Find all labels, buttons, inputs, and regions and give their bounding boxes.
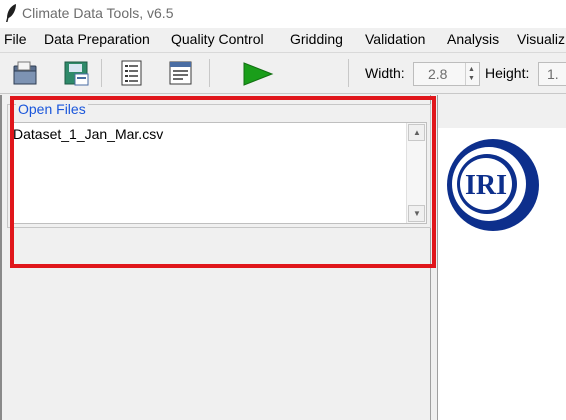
toolbar-separator: [101, 59, 102, 87]
width-value[interactable]: 2.8: [428, 66, 447, 82]
edit-button[interactable]: [163, 57, 197, 89]
document-list-icon: [121, 60, 142, 86]
document-edit-icon: [169, 61, 192, 85]
toolbar-separator: [209, 59, 210, 87]
feather-icon: [6, 4, 16, 22]
open-folder-icon: [13, 61, 37, 85]
save-icon: [64, 61, 89, 86]
menu-quality-control[interactable]: Quality Control: [171, 31, 264, 47]
save-button[interactable]: [60, 57, 94, 89]
iri-logo: IRI: [447, 139, 539, 231]
open-button[interactable]: [8, 57, 42, 89]
menu-gridding[interactable]: Gridding: [290, 31, 343, 47]
list-button[interactable]: [114, 57, 148, 89]
toolbar-separator: [348, 59, 349, 87]
toolbar: Width: 2.8 ▲ ▼ Height: 1.: [0, 52, 566, 94]
logo-text: IRI: [465, 170, 507, 201]
menu-analysis[interactable]: Analysis: [447, 31, 499, 47]
highlight-box: [10, 96, 436, 268]
title-bar: Climate Data Tools, v6.5: [0, 0, 566, 28]
width-label: Width:: [365, 65, 405, 81]
height-label: Height:: [485, 65, 530, 81]
spin-up-icon[interactable]: ▲: [468, 66, 475, 74]
height-value[interactable]: 1.: [547, 66, 559, 82]
width-spinbox[interactable]: 2.8 ▲ ▼: [413, 62, 480, 86]
menu-bar: File Data Preparation Quality Control Gr…: [0, 28, 566, 52]
menu-data-preparation[interactable]: Data Preparation: [44, 31, 150, 47]
menu-visualize[interactable]: Visualiz: [517, 31, 565, 47]
width-spin-arrows[interactable]: ▲ ▼: [465, 63, 479, 85]
spin-down-icon[interactable]: ▼: [468, 75, 475, 83]
run-button[interactable]: [240, 57, 274, 89]
menu-validation[interactable]: Validation: [365, 31, 425, 47]
run-play-icon: [243, 62, 274, 86]
menu-file[interactable]: File: [4, 31, 27, 47]
window-title: Climate Data Tools, v6.5: [22, 5, 174, 21]
height-spinbox[interactable]: 1.: [538, 62, 566, 86]
